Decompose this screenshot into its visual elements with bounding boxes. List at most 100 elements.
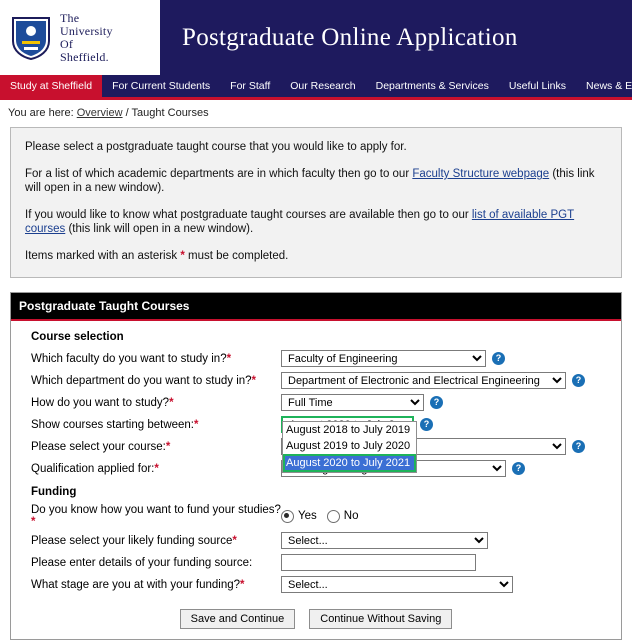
wordmark-line-2: University (60, 23, 113, 38)
label-funding-details: Please enter details of your funding sou… (31, 557, 281, 569)
form-actions: Save and Continue Continue Without Savin… (11, 597, 621, 629)
control-department: Department of Electronic and Electrical … (281, 372, 585, 389)
required-marker-funding-stage: * (240, 578, 245, 591)
nav-item-our-research[interactable]: Our Research (280, 75, 365, 97)
breadcrumb-link-overview[interactable]: Overview (77, 107, 123, 119)
row-funding-known: Do you know how you want to fund your st… (11, 504, 621, 531)
label-department-text: Which department do you want to study in… (31, 374, 252, 387)
breadcrumb-separator: / (125, 107, 129, 119)
label-qualification: Qualification applied for:* (31, 463, 281, 475)
university-wordmark: The University Of Sheffield. (60, 10, 113, 64)
page-title: Postgraduate Online Application (182, 23, 518, 51)
funding-stage-select[interactable]: Select... (281, 576, 513, 593)
help-icon-faculty[interactable]: ? (492, 352, 505, 365)
dropdown-option-2020[interactable]: August 2020 to July 2021 (283, 454, 416, 472)
breadcrumb: You are here: Overview / Taught Courses (0, 100, 632, 125)
form-body: Course selection Which faculty do you wa… (11, 321, 621, 639)
control-funding-source: Select... (281, 532, 488, 549)
label-course-text: Please select your course: (31, 440, 166, 453)
nav-item-useful-links[interactable]: Useful Links (499, 75, 576, 97)
label-course: Please select your course:* (31, 441, 281, 453)
label-faculty-text: Which faculty do you want to study in? (31, 352, 227, 365)
required-marker-department: * (251, 374, 257, 387)
intro-line-3-pre: If you would like to know what postgradu… (25, 209, 472, 221)
funding-known-no-radio[interactable] (326, 509, 340, 523)
breadcrumb-current: Taught Courses (131, 107, 209, 119)
required-marker-courses-starting: * (194, 418, 199, 431)
help-icon-department[interactable]: ? (572, 374, 585, 387)
funding-known-yes-label: Yes (298, 510, 317, 522)
row-funding-details: Please enter details of your funding sou… (11, 553, 621, 575)
intro-panel: Please select a postgraduate taught cour… (10, 127, 622, 278)
intro-line-2-pre: For a list of which academic departments… (25, 168, 413, 180)
control-funding-details (281, 554, 476, 571)
control-faculty: Faculty of Engineering ? (281, 350, 505, 367)
help-icon-course[interactable]: ? (572, 440, 585, 453)
taught-courses-panel: Postgraduate Taught Courses Course selec… (10, 292, 622, 640)
label-funding-known-text: Do you know how you want to fund your st… (31, 504, 281, 516)
intro-line-4-pre: Items marked with an asterisk (25, 250, 181, 262)
label-faculty: Which faculty do you want to study in?* (31, 353, 281, 365)
faculty-select[interactable]: Faculty of Engineering (281, 350, 486, 367)
continue-without-saving-button[interactable]: Continue Without Saving (309, 609, 453, 629)
help-icon-qualification[interactable]: ? (512, 462, 525, 475)
university-logo[interactable]: The University Of Sheffield. (0, 0, 160, 75)
course-selection-heading: Course selection (31, 331, 124, 343)
application-page: The University Of Sheffield. Postgraduat… (0, 0, 632, 640)
label-study-mode: How do you want to study?* (31, 397, 281, 409)
label-courses-starting-text: Show courses starting between: (31, 418, 195, 431)
funding-known-yes-radio[interactable] (281, 509, 294, 523)
intro-line-1: Please select a postgraduate taught cour… (25, 141, 407, 153)
help-icon-courses-starting[interactable]: ? (420, 418, 433, 431)
label-courses-starting: Show courses starting between:* (31, 419, 281, 431)
courses-starting-dropdown-list[interactable]: August 2018 to July 2019 August 2019 to … (282, 421, 417, 473)
row-study-mode: How do you want to study?* Full Time ? (11, 393, 621, 415)
intro-line-3: If you would like to know what postgradu… (25, 208, 607, 236)
dropdown-option-2019[interactable]: August 2019 to July 2020 (283, 438, 416, 454)
funding-details-input[interactable] (281, 554, 476, 571)
required-marker-qualification: * (154, 462, 159, 475)
funding-known-no-label: No (343, 510, 359, 522)
funding-heading: Funding (31, 486, 77, 498)
nav-item-departments-services[interactable]: Departments & Services (366, 75, 499, 97)
site-header: The University Of Sheffield. Postgraduat… (0, 0, 632, 75)
panel-title: Postgraduate Taught Courses (11, 293, 621, 321)
label-funding-known: Do you know how you want to fund your st… (31, 504, 281, 528)
label-funding-details-text: Please enter details of your funding sou… (31, 556, 253, 569)
required-marker-course: * (165, 440, 171, 453)
wordmark-line-4: Sheffield. (60, 49, 109, 64)
study-mode-select[interactable]: Full Time (281, 394, 424, 411)
university-crest-icon (12, 16, 50, 60)
intro-line-2: For a list of which academic departments… (25, 167, 607, 195)
label-funding-stage-text: What stage are you at with your funding? (31, 578, 241, 591)
dropdown-option-2018[interactable]: August 2018 to July 2019 (283, 422, 416, 438)
breadcrumb-prefix: You are here: (8, 107, 74, 119)
control-funding-known: Yes No (281, 509, 359, 523)
label-funding-source: Please select your likely funding source… (31, 535, 281, 547)
row-funding-stage: What stage are you at with your funding?… (11, 575, 621, 597)
label-qualification-text: Qualification applied for: (31, 462, 155, 475)
control-funding-stage: Select... (281, 576, 513, 593)
department-select[interactable]: Department of Electronic and Electrical … (281, 372, 566, 389)
faculty-structure-link[interactable]: Faculty Structure webpage (412, 168, 549, 180)
help-icon-study-mode[interactable]: ? (430, 396, 443, 409)
funding-source-select[interactable]: Select... (281, 532, 488, 549)
main-navigation: Study at Sheffield For Current Students … (0, 75, 632, 100)
nav-item-for-current-students[interactable]: For Current Students (102, 75, 220, 97)
intro-line-3-post: (this link will open in a new window). (65, 223, 254, 235)
intro-line-4: Items marked with an asterisk * must be … (25, 249, 607, 263)
wordmark-line-3: Of (60, 36, 74, 51)
wordmark-line-1: The (60, 10, 80, 25)
nav-item-for-staff[interactable]: For Staff (220, 75, 280, 97)
control-study-mode: Full Time ? (281, 394, 443, 411)
label-department: Which department do you want to study in… (31, 375, 281, 387)
required-marker-study-mode: * (169, 396, 174, 409)
required-marker-funding-source: * (232, 534, 237, 547)
required-marker-faculty: * (226, 352, 232, 365)
save-and-continue-button[interactable]: Save and Continue (179, 609, 296, 629)
label-funding-source-text: Please select your likely funding source (31, 534, 233, 547)
nav-item-study-at-sheffield[interactable]: Study at Sheffield (0, 75, 103, 97)
intro-line-4-post: must be completed. (184, 250, 289, 262)
label-funding-stage: What stage are you at with your funding?… (31, 579, 281, 591)
nav-item-news-events[interactable]: News & Events (576, 75, 632, 97)
